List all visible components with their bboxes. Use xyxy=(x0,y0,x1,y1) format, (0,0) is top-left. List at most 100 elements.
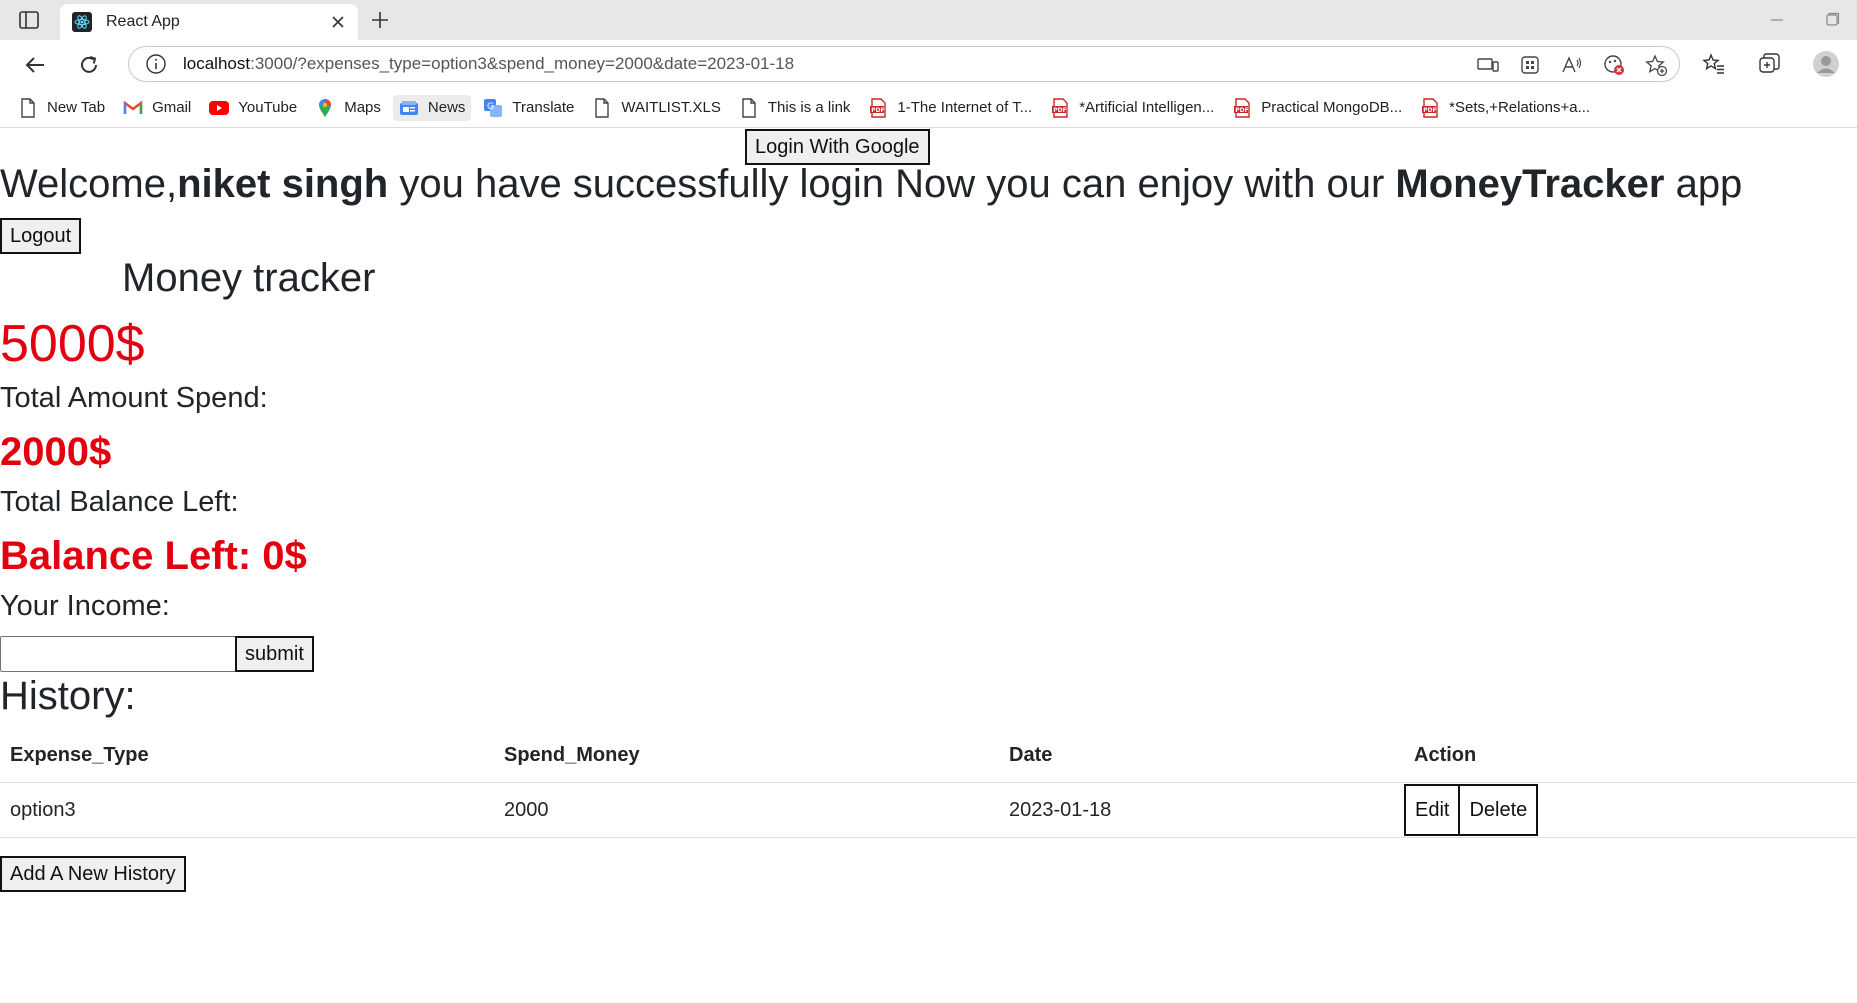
close-icon[interactable] xyxy=(324,8,352,36)
bookmark-label: WAITLIST.XLS xyxy=(621,99,721,116)
address-bar: localhost:3000/?expenses_type=option3&sp… xyxy=(0,40,1857,88)
back-arrow-icon[interactable] xyxy=(20,50,50,80)
logout-button[interactable]: Logout xyxy=(0,218,82,254)
svg-text:PDF: PDF xyxy=(872,107,885,114)
bookmark-item[interactable]: New Tab xyxy=(18,97,106,118)
news-icon xyxy=(399,98,419,118)
url-field[interactable]: localhost:3000/?expenses_type=option3&sp… xyxy=(128,46,1680,82)
omnibox-actions xyxy=(1475,52,1669,78)
column-header-action: Action xyxy=(1404,728,1857,783)
bookmark-item[interactable]: News xyxy=(392,94,472,121)
welcome-prefix: Welcome, xyxy=(0,162,178,206)
pdf-icon: PDF xyxy=(868,97,888,118)
svg-text:PDF: PDF xyxy=(1053,107,1066,114)
column-header-date: Date xyxy=(999,728,1404,783)
edit-button[interactable]: Edit xyxy=(1404,784,1461,836)
url-text: localhost:3000/?expenses_type=option3&sp… xyxy=(183,54,794,74)
profile-avatar-icon[interactable] xyxy=(1812,50,1840,78)
welcome-message: Welcome,niket singh you have successfull… xyxy=(0,162,1742,207)
bookmark-label: *Artificial Intelligen... xyxy=(1079,99,1215,116)
bookmark-label: Translate xyxy=(512,99,575,116)
bookmark-item[interactable]: Gmail xyxy=(123,98,191,118)
add-new-history-button[interactable]: Add A New History xyxy=(0,856,186,892)
page-icon xyxy=(592,97,612,118)
column-header-spend-money: Spend_Money xyxy=(494,728,999,783)
svg-text:PDF: PDF xyxy=(1423,107,1436,114)
device-icon[interactable] xyxy=(1475,52,1501,78)
maps-icon xyxy=(315,98,335,118)
balance-left-value: Balance Left: 0$ xyxy=(0,534,307,578)
submit-button[interactable]: submit xyxy=(235,636,314,672)
react-icon xyxy=(72,12,92,32)
pdf-icon: PDF xyxy=(1420,97,1440,118)
bookmark-item[interactable]: PDF 1-The Internet of T... xyxy=(868,97,1033,118)
bookmark-label: Maps xyxy=(344,99,381,116)
reload-icon[interactable] xyxy=(74,50,104,80)
bookmark-item[interactable]: G Translate xyxy=(483,98,574,118)
tab-title: React App xyxy=(106,13,180,30)
income-label: Your Income: xyxy=(0,590,170,622)
history-title: History: xyxy=(0,674,136,718)
bookmark-item[interactable]: PDF Practical MongoDB... xyxy=(1232,97,1403,118)
bookmarks-bar: New Tab Gmail YouTube Maps News G Translate WAI… xyxy=(0,88,1857,128)
pdf-icon: PDF xyxy=(1050,97,1070,118)
minimize-icon[interactable] xyxy=(1765,10,1789,30)
table-header-row: Expense_Type Spend_Money Date Action xyxy=(0,728,1857,783)
page-title: Money tracker xyxy=(122,256,376,300)
favorites-icon[interactable] xyxy=(1700,50,1728,78)
info-icon[interactable] xyxy=(145,53,167,75)
pdf-icon: PDF xyxy=(1232,97,1252,118)
bookmark-label: Gmail xyxy=(152,99,192,116)
bookmark-item[interactable]: YouTube xyxy=(209,98,297,118)
welcome-middle: you have successfully login Now you can … xyxy=(388,162,1396,206)
bookmark-item[interactable]: PDF *Sets,+Relations+a... xyxy=(1420,97,1591,118)
apps-icon[interactable] xyxy=(1517,52,1543,78)
cell-action: Edit Delete xyxy=(1404,782,1857,838)
bookmark-item[interactable]: WAITLIST.XLS xyxy=(592,97,721,118)
app-name: MoneyTracker xyxy=(1395,162,1665,206)
url-path: :3000/?expenses_type=option3&spend_money… xyxy=(250,54,795,73)
translate-icon: G xyxy=(483,98,503,118)
svg-text:PDF: PDF xyxy=(1235,107,1248,114)
total-balance-label: Total Balance Left: xyxy=(0,486,239,518)
income-input[interactable] xyxy=(0,636,236,672)
bookmark-item[interactable]: This is a link xyxy=(739,97,850,118)
bookmark-label: New Tab xyxy=(47,99,106,116)
browser-tab[interactable]: React App xyxy=(60,4,358,40)
tracking-blocked-icon[interactable] xyxy=(1601,52,1627,78)
delete-button[interactable]: Delete xyxy=(1458,784,1539,836)
page-content: Login With Google Welcome,niket singh yo… xyxy=(0,128,1857,1003)
browser-toolbar xyxy=(1700,50,1840,78)
bookmark-item[interactable]: Maps xyxy=(315,98,381,118)
bookmark-item[interactable]: PDF *Artificial Intelligen... xyxy=(1050,97,1215,118)
tab-actions-icon[interactable] xyxy=(18,10,40,30)
column-header-expense-type: Expense_Type xyxy=(0,728,494,783)
welcome-suffix: app xyxy=(1664,162,1743,206)
svg-text:G: G xyxy=(487,102,494,112)
bookmark-label: Practical MongoDB... xyxy=(1261,99,1403,116)
bookmark-label: 1-The Internet of T... xyxy=(897,99,1033,116)
collections-icon[interactable] xyxy=(1756,50,1784,78)
url-host: localhost xyxy=(183,54,251,73)
user-name: niket singh xyxy=(177,162,389,206)
favorite-star-icon[interactable] xyxy=(1643,52,1669,78)
read-aloud-icon[interactable] xyxy=(1559,52,1585,78)
gmail-icon xyxy=(123,98,143,118)
youtube-icon xyxy=(209,98,230,118)
page-icon xyxy=(739,97,759,118)
cell-date: 2023-01-18 xyxy=(999,782,1404,838)
new-tab-icon[interactable] xyxy=(366,6,394,34)
bookmark-label: News xyxy=(427,99,466,116)
cell-spend-money: 2000 xyxy=(494,782,999,838)
bookmark-label: *Sets,+Relations+a... xyxy=(1449,99,1591,116)
history-table: Expense_Type Spend_Money Date Action opt… xyxy=(0,728,1857,838)
restore-icon[interactable] xyxy=(1820,10,1844,30)
bookmark-label: YouTube xyxy=(238,99,298,116)
login-with-google-button[interactable]: Login With Google xyxy=(745,129,930,165)
total-spend-label: Total Amount Spend: xyxy=(0,382,268,414)
total-spend-value: 2000$ xyxy=(0,430,112,474)
income-value: 5000$ xyxy=(0,315,145,373)
page-icon xyxy=(18,97,38,118)
cell-expense-type: option3 xyxy=(0,782,494,838)
browser-tab-bar: React App xyxy=(0,0,1857,40)
